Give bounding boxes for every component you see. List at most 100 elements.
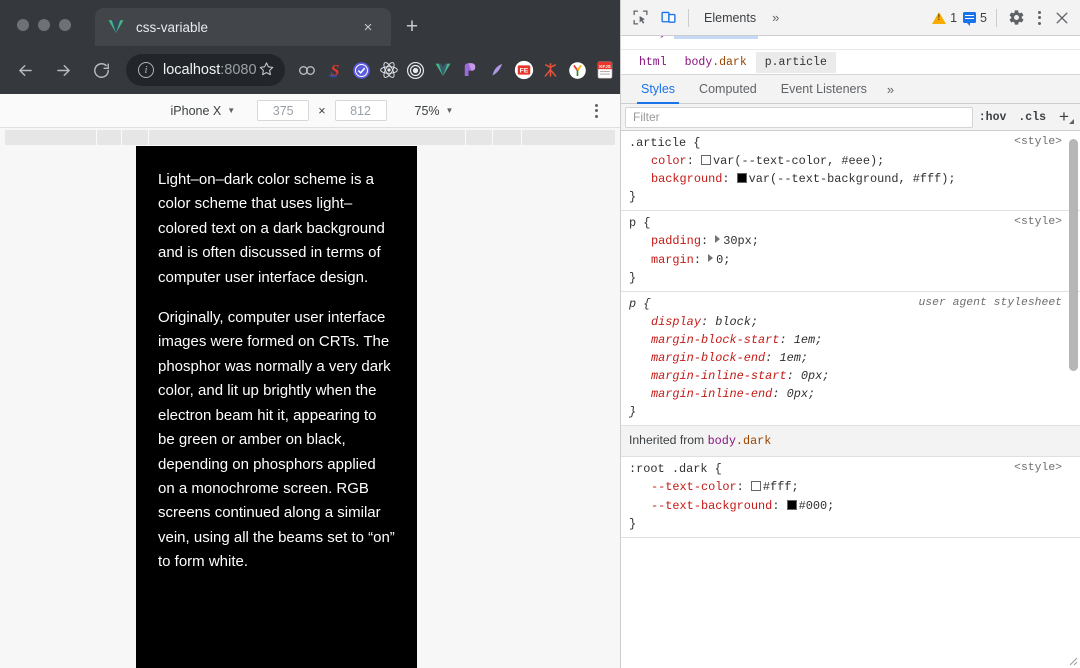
declaration-value[interactable]: 0; (716, 253, 730, 267)
device-preset-select[interactable]: iPhone X ▼ (167, 102, 240, 120)
maximize-window-button[interactable] (59, 19, 71, 31)
dom-tag-name: body (639, 36, 667, 39)
tab-elements[interactable]: Elements (695, 5, 765, 31)
style-rule[interactable]: p { <style> padding: 30px; margin: 0; } (621, 211, 1080, 292)
color-swatch[interactable] (750, 481, 761, 492)
style-rule[interactable]: p { user agent stylesheet display: block… (621, 292, 1080, 427)
inherited-source[interactable]: body.dark (708, 434, 772, 448)
style-declaration[interactable]: color: var(--text-color, #eee); (629, 152, 1072, 170)
target-rings-icon[interactable] (403, 57, 429, 83)
style-declaration[interactable]: padding: 30px; (629, 232, 1072, 250)
style-rule-selector[interactable]: :root .dark { (629, 462, 722, 476)
check-badge-icon[interactable] (349, 57, 375, 83)
style-rule-selector[interactable]: p { (629, 216, 650, 230)
close-icon[interactable] (1049, 11, 1075, 25)
style-declaration[interactable]: margin-block-end: 1em; (629, 349, 1072, 367)
forward-button[interactable] (47, 54, 79, 86)
toggle-pseudo-states-button[interactable]: :hov (973, 111, 1013, 124)
expand-triangle-icon[interactable] (708, 253, 714, 262)
starburst-icon[interactable] (538, 57, 564, 83)
color-swatch[interactable] (700, 155, 711, 166)
purple-leaf-icon[interactable] (457, 57, 483, 83)
style-rule-selector[interactable]: p { (629, 297, 650, 311)
info-circle-icon[interactable]: i (138, 62, 154, 78)
reload-button[interactable] (85, 54, 117, 86)
minimize-window-button[interactable] (38, 19, 50, 31)
style-rule-selector[interactable]: .article { (629, 136, 700, 150)
device-toolbar-icon[interactable] (654, 5, 682, 31)
more-subtabs-button[interactable]: » (879, 75, 902, 104)
style-rule-origin[interactable]: <style> (1014, 134, 1062, 151)
devtools-more-button[interactable] (1029, 10, 1049, 25)
dom-tree-partial-row[interactable]: body class="dark" (621, 36, 1080, 50)
breadcrumb-item-p-article[interactable]: p.article (755, 51, 836, 73)
close-window-button[interactable] (17, 19, 29, 31)
declaration-property[interactable]: --text-background (651, 499, 772, 513)
inspect-cursor-icon[interactable] (626, 5, 654, 31)
device-toolbar-more-button[interactable] (595, 103, 598, 118)
style-rule-origin[interactable]: <style> (1014, 214, 1062, 231)
style-declaration[interactable]: margin-inline-start: 0px; (629, 367, 1072, 385)
warning-badge[interactable]: 1 (929, 11, 960, 25)
filter-input[interactable]: Filter (625, 106, 973, 128)
toolbar-divider (688, 8, 689, 27)
style-declaration[interactable]: --text-color: #fff; (629, 478, 1072, 496)
react-devtools-icon[interactable] (376, 57, 402, 83)
svg-text:FE: FE (519, 68, 528, 75)
styles-scrollbar[interactable] (1069, 139, 1078, 371)
resize-grip[interactable] (1066, 654, 1078, 666)
browser-tab[interactable]: css-variable × (95, 8, 391, 46)
color-swatch[interactable] (736, 173, 747, 184)
yandex-icon[interactable] (565, 57, 591, 83)
toggle-element-classes-button[interactable]: .cls (1012, 111, 1052, 124)
close-icon[interactable]: × (357, 16, 379, 38)
new-tab-button[interactable]: + (398, 12, 426, 40)
style-declaration[interactable]: margin-block-start: 1em; (629, 331, 1072, 349)
declaration-value[interactable]: #000; (799, 499, 835, 513)
declaration-property[interactable]: --text-color (651, 480, 737, 494)
expand-triangle-icon[interactable] (715, 235, 721, 244)
gear-icon[interactable] (1003, 9, 1029, 26)
declaration-property[interactable]: padding (651, 234, 701, 248)
more-panels-button[interactable]: » (765, 10, 786, 25)
declaration-value[interactable]: var(--text-color, #eee); (713, 154, 884, 168)
back-button[interactable] (9, 54, 41, 86)
styles-rules-list[interactable]: .article { <style> color: var(--text-col… (621, 131, 1080, 668)
style-rule[interactable]: :root .dark { <style> --text-color: #fff… (621, 457, 1080, 538)
feather-icon[interactable] (484, 57, 510, 83)
address-bar[interactable]: i localhost:8080 (126, 54, 285, 86)
new-style-rule-button[interactable]: + (1052, 107, 1076, 127)
device-zoom-select[interactable]: 75% ▼ (415, 104, 454, 118)
tab-title: css-variable (136, 19, 209, 35)
book-icon[interactable]: KFJS (592, 57, 618, 83)
style-declaration[interactable]: background: var(--text-background, #fff)… (629, 170, 1072, 188)
device-width-input[interactable]: 375 (257, 100, 310, 121)
declaration-property[interactable]: margin (651, 253, 694, 267)
style-declaration[interactable]: margin-inline-end: 0px; (629, 385, 1072, 403)
style-declaration[interactable]: margin: 0; (629, 251, 1072, 269)
style-rule-origin[interactable]: <style> (1014, 460, 1062, 477)
message-badge[interactable]: 5 (960, 11, 990, 26)
tab-computed[interactable]: Computed (687, 75, 769, 104)
device-height-input[interactable]: 812 (334, 100, 387, 121)
declaration-property[interactable]: color (651, 154, 687, 168)
color-swatch[interactable] (786, 499, 797, 510)
declaration-property[interactable]: background (651, 172, 722, 186)
declaration-value[interactable]: var(--text-background, #fff); (749, 172, 956, 186)
s-extension-icon[interactable]: S (322, 57, 348, 83)
star-icon[interactable] (257, 61, 277, 80)
vue-devtools-icon[interactable] (430, 57, 456, 83)
style-declaration[interactable]: display: block; (629, 313, 1072, 331)
style-declaration[interactable]: --text-background: #000; (629, 497, 1072, 515)
breadcrumb-item-body[interactable]: body.dark (676, 52, 756, 73)
tab-styles[interactable]: Styles (629, 75, 687, 104)
breadcrumb-item-html[interactable]: html (630, 52, 676, 73)
device-screen[interactable]: Light–on–dark color scheme is a color sc… (136, 146, 417, 668)
loop-icon[interactable] (295, 57, 321, 83)
article-paragraph: Light–on–dark color scheme is a color sc… (158, 171, 385, 286)
style-rule[interactable]: .article { <style> color: var(--text-col… (621, 131, 1080, 212)
declaration-value[interactable]: 30px; (723, 234, 759, 248)
tab-event-listeners[interactable]: Event Listeners (769, 75, 879, 104)
fe-badge-icon[interactable]: FE (511, 57, 537, 83)
declaration-value[interactable]: #fff; (763, 480, 799, 494)
